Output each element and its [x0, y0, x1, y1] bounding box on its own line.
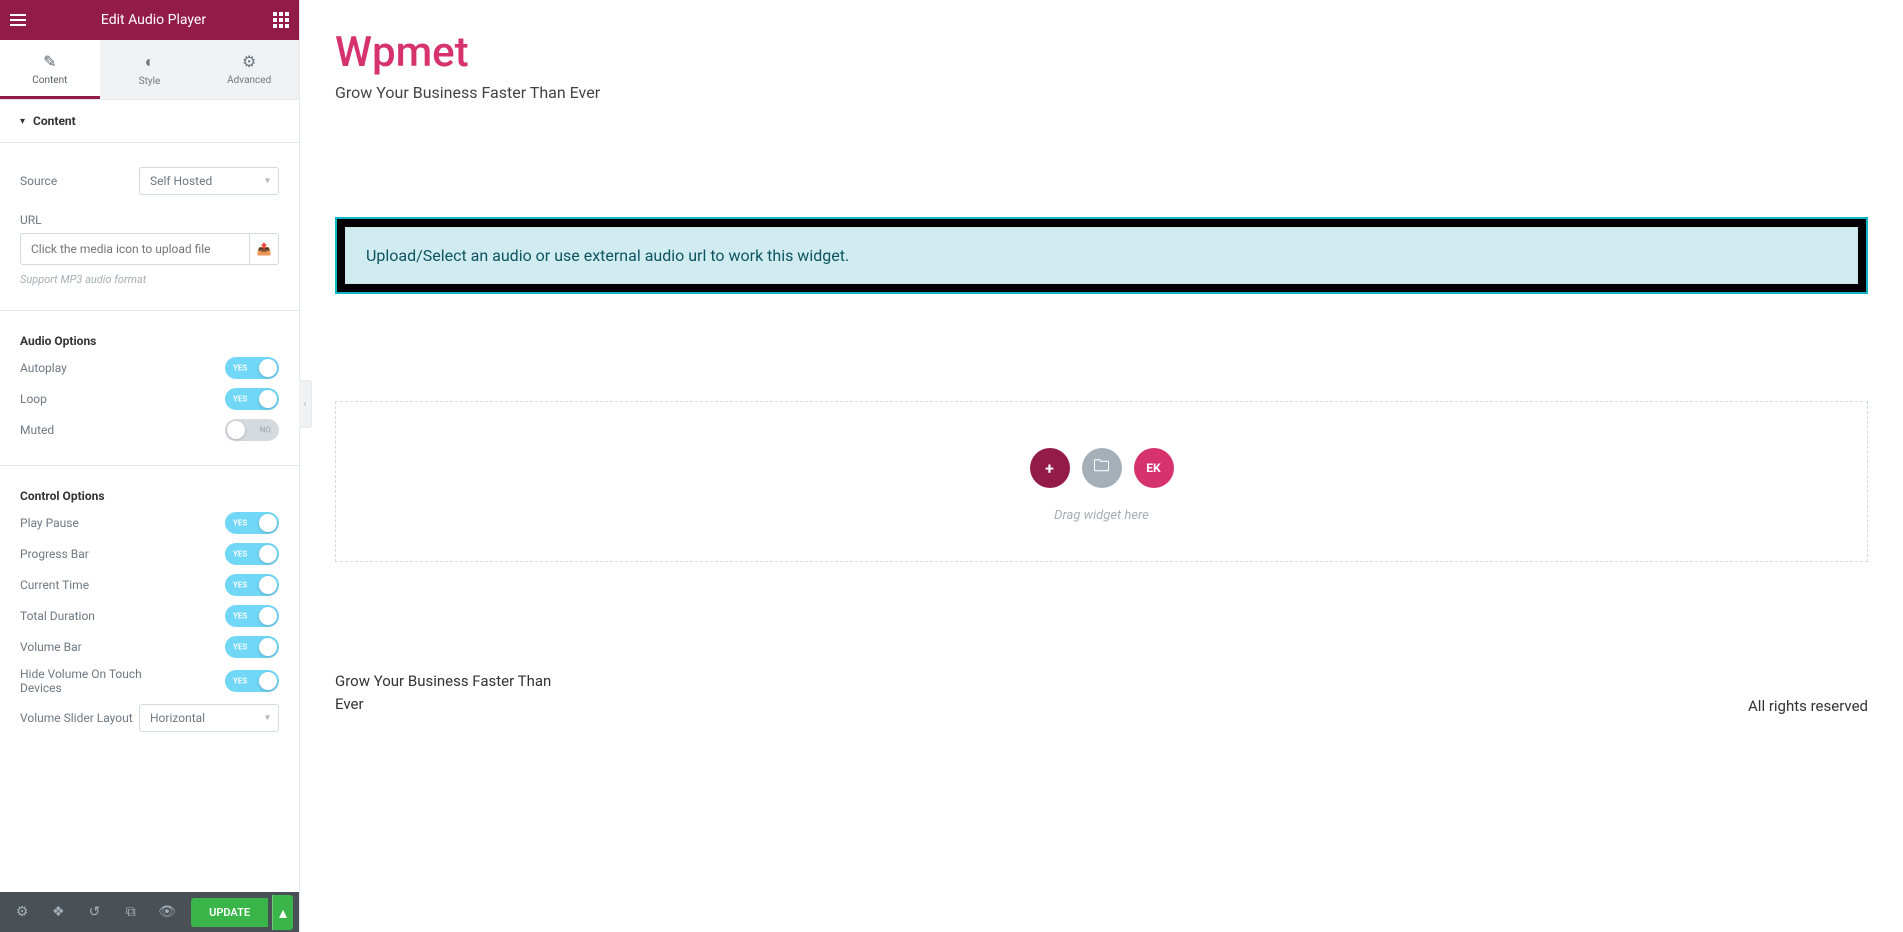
volume-bar-label: Volume Bar — [20, 640, 82, 654]
muted-switch[interactable]: NO — [225, 419, 279, 441]
hide-volume-row: Hide Volume On Touch Devices YES — [20, 667, 279, 695]
drag-hint: Drag widget here — [336, 508, 1867, 523]
content-controls: Source Self Hosted URL 📤 Support MP3 aud… — [0, 143, 299, 311]
upload-icon: 📤 — [257, 242, 272, 256]
section-label: Content — [33, 114, 76, 128]
ek-icon: EK — [1146, 461, 1160, 475]
update-options-button[interactable]: ▴ — [272, 895, 293, 930]
navigator-button[interactable]: ❖ — [42, 892, 74, 932]
preview-canvas: Wpmet Grow Your Business Faster Than Eve… — [300, 0, 1903, 932]
pencil-icon: ✎ — [0, 52, 100, 71]
preview-button[interactable]: 👁 — [151, 892, 183, 932]
url-help: Support MP3 audio format — [20, 273, 279, 286]
play-pause-label: Play Pause — [20, 516, 79, 530]
sidebar-header: Edit Audio Player — [0, 0, 299, 40]
loop-label: Loop — [20, 392, 47, 406]
caret-up-icon: ▴ — [279, 903, 287, 922]
tab-content[interactable]: ✎ Content — [0, 40, 100, 99]
eye-icon: 👁 — [158, 904, 176, 920]
editor-sidebar: Edit Audio Player ✎ Content ◐ Style ⚙ Ad… — [0, 0, 300, 932]
add-section-dropzone[interactable]: + 🗀 EK Drag widget here — [335, 401, 1868, 562]
slider-layout-select[interactable]: Horizontal — [139, 704, 279, 732]
total-duration-label: Total Duration — [20, 609, 95, 623]
slider-layout-row: Volume Slider Layout Horizontal — [20, 704, 279, 732]
volume-bar-switch[interactable]: YES — [225, 636, 279, 658]
tab-label: Advanced — [227, 75, 271, 86]
autoplay-switch[interactable]: YES — [225, 357, 279, 379]
canvas-footer: Grow Your Business Faster Than Ever All … — [335, 670, 1868, 715]
add-section-button[interactable]: + — [1030, 448, 1070, 488]
menu-icon[interactable] — [10, 8, 34, 32]
settings-button[interactable]: ⚙ — [6, 892, 38, 932]
upload-media-button[interactable]: 📤 — [249, 233, 279, 265]
caret-down-icon: ▾ — [20, 116, 25, 127]
play-pause-row: Play Pause YES — [20, 512, 279, 534]
site-title: Wpmet — [335, 28, 1868, 77]
audio-widget-container[interactable]: Upload/Select an audio or use external a… — [335, 217, 1868, 294]
widgets-grid-icon[interactable] — [273, 12, 289, 28]
devices-icon: ⧉ — [126, 904, 136, 920]
plus-icon: + — [1045, 459, 1054, 478]
site-tagline: Grow Your Business Faster Than Ever — [335, 83, 1868, 102]
loop-switch[interactable]: YES — [225, 388, 279, 410]
url-row: URL 📤 Support MP3 audio format — [20, 213, 279, 286]
volume-bar-row: Volume Bar YES — [20, 636, 279, 658]
total-duration-switch[interactable]: YES — [225, 605, 279, 627]
control-options-controls: Control Options Play Pause YES Progress … — [0, 466, 299, 756]
url-input-group: 📤 — [20, 233, 279, 265]
total-duration-row: Total Duration YES — [20, 605, 279, 627]
autoplay-row: Autoplay YES — [20, 357, 279, 379]
ek-template-button[interactable]: EK — [1134, 448, 1174, 488]
widget-info-message: Upload/Select an audio or use external a… — [345, 227, 1858, 284]
progress-bar-label: Progress Bar — [20, 547, 89, 561]
source-label: Source — [20, 174, 57, 188]
section-toggle-content[interactable]: ▾ Content — [0, 100, 299, 143]
source-select[interactable]: Self Hosted — [139, 167, 279, 195]
progress-bar-row: Progress Bar YES — [20, 543, 279, 565]
loop-row: Loop YES — [20, 388, 279, 410]
progress-bar-switch[interactable]: YES — [225, 543, 279, 565]
hide-volume-switch[interactable]: YES — [225, 670, 279, 692]
current-time-label: Current Time — [20, 578, 89, 592]
tab-advanced[interactable]: ⚙ Advanced — [199, 40, 299, 99]
gear-icon: ⚙ — [16, 904, 29, 920]
url-label: URL — [20, 213, 279, 227]
update-button[interactable]: UPDATE — [191, 898, 268, 927]
sidebar-title: Edit Audio Player — [101, 12, 206, 28]
muted-row: Muted NO — [20, 419, 279, 441]
bottom-bar: ⚙ ❖ ↺ ⧉ 👁 UPDATE ▴ — [0, 892, 299, 932]
tab-style[interactable]: ◐ Style — [100, 40, 200, 99]
audio-options-heading: Audio Options — [20, 334, 279, 348]
footer-tagline: Grow Your Business Faster Than Ever — [335, 670, 575, 715]
panel-tabs: ✎ Content ◐ Style ⚙ Advanced — [0, 40, 299, 100]
control-options-heading: Control Options — [20, 489, 279, 503]
tab-label: Style — [139, 76, 161, 87]
url-input[interactable] — [20, 233, 249, 265]
play-pause-switch[interactable]: YES — [225, 512, 279, 534]
source-row: Source Self Hosted — [20, 167, 279, 195]
responsive-button[interactable]: ⧉ — [115, 892, 147, 932]
history-icon: ↺ — [89, 904, 101, 920]
history-button[interactable]: ↺ — [78, 892, 110, 932]
audio-options-controls: Audio Options Autoplay YES Loop YES Mute… — [0, 311, 299, 466]
layers-icon: ❖ — [52, 904, 65, 920]
footer-rights: All rights reserved — [1748, 697, 1868, 715]
panel-body: ▾ Content Source Self Hosted URL 📤 Suppo… — [0, 100, 299, 892]
folder-icon: 🗀 — [1093, 455, 1109, 482]
dropzone-buttons: + 🗀 EK — [336, 448, 1867, 488]
hide-volume-label: Hide Volume On Touch Devices — [20, 667, 160, 695]
tab-label: Content — [32, 75, 67, 86]
slider-layout-label: Volume Slider Layout — [20, 711, 133, 725]
contrast-icon: ◐ — [100, 52, 200, 72]
muted-label: Muted — [20, 423, 54, 437]
autoplay-label: Autoplay — [20, 361, 67, 375]
add-template-button[interactable]: 🗀 — [1082, 448, 1122, 488]
gear-icon: ⚙ — [199, 52, 299, 71]
current-time-switch[interactable]: YES — [225, 574, 279, 596]
current-time-row: Current Time YES — [20, 574, 279, 596]
